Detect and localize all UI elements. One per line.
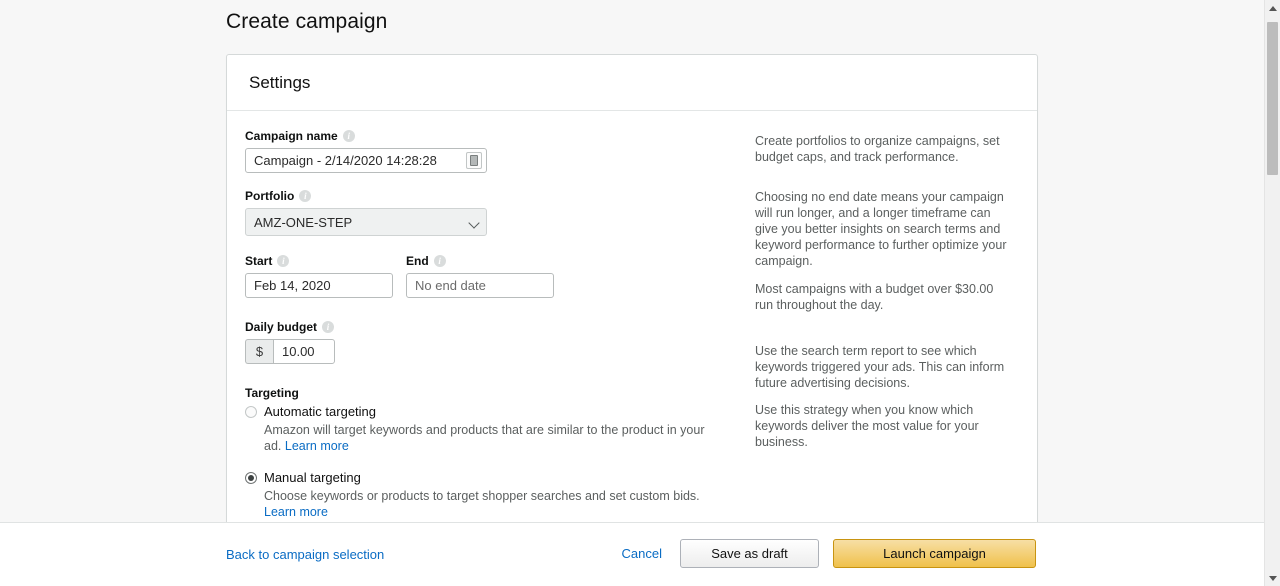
manual-targeting-description: Choose keywords or products to target sh… (264, 488, 724, 520)
help-column: Create portfolios to organize campaigns,… (755, 129, 1037, 520)
scroll-content-area: Create campaign Settings Campaign name i (0, 0, 1264, 522)
end-date-field-group: End i (406, 254, 554, 298)
manual-targeting-label: Manual targeting (264, 470, 361, 485)
scroll-up-button[interactable] (1265, 0, 1280, 16)
daily-budget-field-group: Daily budget i $ (245, 320, 755, 364)
radio-manual-targeting[interactable] (245, 472, 257, 484)
campaign-name-field-group: Campaign name i (245, 129, 755, 173)
form-column: Campaign name i Portfoli (227, 129, 755, 520)
card-header: Settings (227, 55, 1037, 111)
daily-budget-input-group: $ (245, 339, 755, 364)
end-date-label: End i (406, 254, 554, 268)
scroll-down-button[interactable] (1265, 570, 1280, 586)
help-text-dates: Choosing no end date means your campaign… (755, 190, 1007, 268)
triangle-down-icon (1268, 575, 1277, 581)
start-date-input[interactable] (245, 273, 393, 298)
daily-budget-input[interactable] (273, 339, 335, 364)
info-icon[interactable]: i (299, 190, 312, 202)
manual-targeting-description-text: Choose keywords or products to target sh… (264, 489, 700, 503)
vertical-scrollbar[interactable] (1264, 0, 1280, 586)
app-root: Create campaign Settings Campaign name i (0, 0, 1280, 586)
cancel-button[interactable]: Cancel (618, 546, 666, 561)
card-body: Campaign name i Portfoli (227, 111, 1037, 522)
info-icon[interactable]: i (433, 255, 446, 267)
automatic-targeting-label: Automatic targeting (264, 404, 377, 419)
start-date-label: Start i (245, 254, 393, 268)
portfolio-select[interactable]: AMZ-ONE-STEP (245, 208, 487, 236)
info-icon[interactable]: i (277, 255, 290, 267)
portfolio-label-text: Portfolio (245, 189, 295, 203)
campaign-name-input-wrap (245, 148, 487, 173)
info-icon[interactable]: i (342, 130, 355, 142)
automatic-targeting-radio-row[interactable]: Automatic targeting (245, 404, 755, 419)
help-text-manual: Use this strategy when you know which ke… (755, 403, 979, 449)
scrollbar-thumb[interactable] (1267, 22, 1278, 175)
portfolio-field-group: Portfolio i AMZ-ONE-STEP (245, 189, 755, 236)
campaign-name-label-text: Campaign name (245, 129, 338, 143)
save-as-draft-button[interactable]: Save as draft (680, 539, 819, 568)
footer-buttons: Cancel Save as draft Launch campaign (618, 539, 1036, 568)
help-text-budget: Most campaigns with a budget over $30.00… (755, 282, 994, 312)
campaign-name-input[interactable] (245, 148, 487, 173)
back-to-campaign-selection-link[interactable]: Back to campaign selection (226, 547, 384, 562)
start-date-label-text: Start (245, 254, 273, 268)
automatic-targeting-learn-more-link[interactable]: Learn more (285, 439, 349, 453)
clipboard-icon (470, 155, 478, 166)
targeting-option-automatic[interactable]: Automatic targeting Amazon will target k… (245, 404, 755, 454)
manual-targeting-radio-row[interactable]: Manual targeting (245, 470, 755, 485)
targeting-option-manual[interactable]: Manual targeting Choose keywords or prod… (245, 470, 755, 520)
manual-targeting-learn-more-link[interactable]: Learn more (264, 505, 328, 519)
end-date-label-text: End (406, 254, 429, 268)
settings-card: Settings Campaign name i Campaign - 2/14… (226, 54, 1038, 522)
portfolio-label: Portfolio i (245, 189, 755, 203)
currency-symbol: $ (245, 339, 273, 364)
help-text-portfolio: Create portfolios to organize campaigns,… (755, 134, 1000, 164)
footer-action-bar: Back to campaign selection Cancel Save a… (0, 522, 1264, 586)
help-text-automatic: Use the search term report to see which … (755, 344, 1005, 390)
page-title: Create campaign (226, 10, 388, 33)
portfolio-select-wrap: AMZ-ONE-STEP (245, 208, 487, 236)
card-header-title: Settings (249, 72, 311, 92)
targeting-section-title: Targeting (245, 386, 299, 400)
date-range-row: Start i End i (245, 254, 755, 298)
start-date-field-group: Start i (245, 254, 393, 298)
triangle-up-icon (1268, 5, 1277, 11)
radio-automatic-targeting[interactable] (245, 406, 257, 418)
automatic-targeting-description: Amazon will target keywords and products… (264, 422, 724, 454)
daily-budget-label: Daily budget i (245, 320, 755, 334)
clipboard-icon-button[interactable] (466, 152, 482, 169)
info-icon[interactable]: i (322, 321, 335, 333)
end-date-input[interactable] (406, 273, 554, 298)
targeting-section: Targeting Automatic targeting Amazon wil… (245, 386, 755, 520)
daily-budget-label-text: Daily budget (245, 320, 318, 334)
launch-campaign-button[interactable]: Launch campaign (833, 539, 1036, 568)
campaign-name-label: Campaign name i (245, 129, 755, 143)
